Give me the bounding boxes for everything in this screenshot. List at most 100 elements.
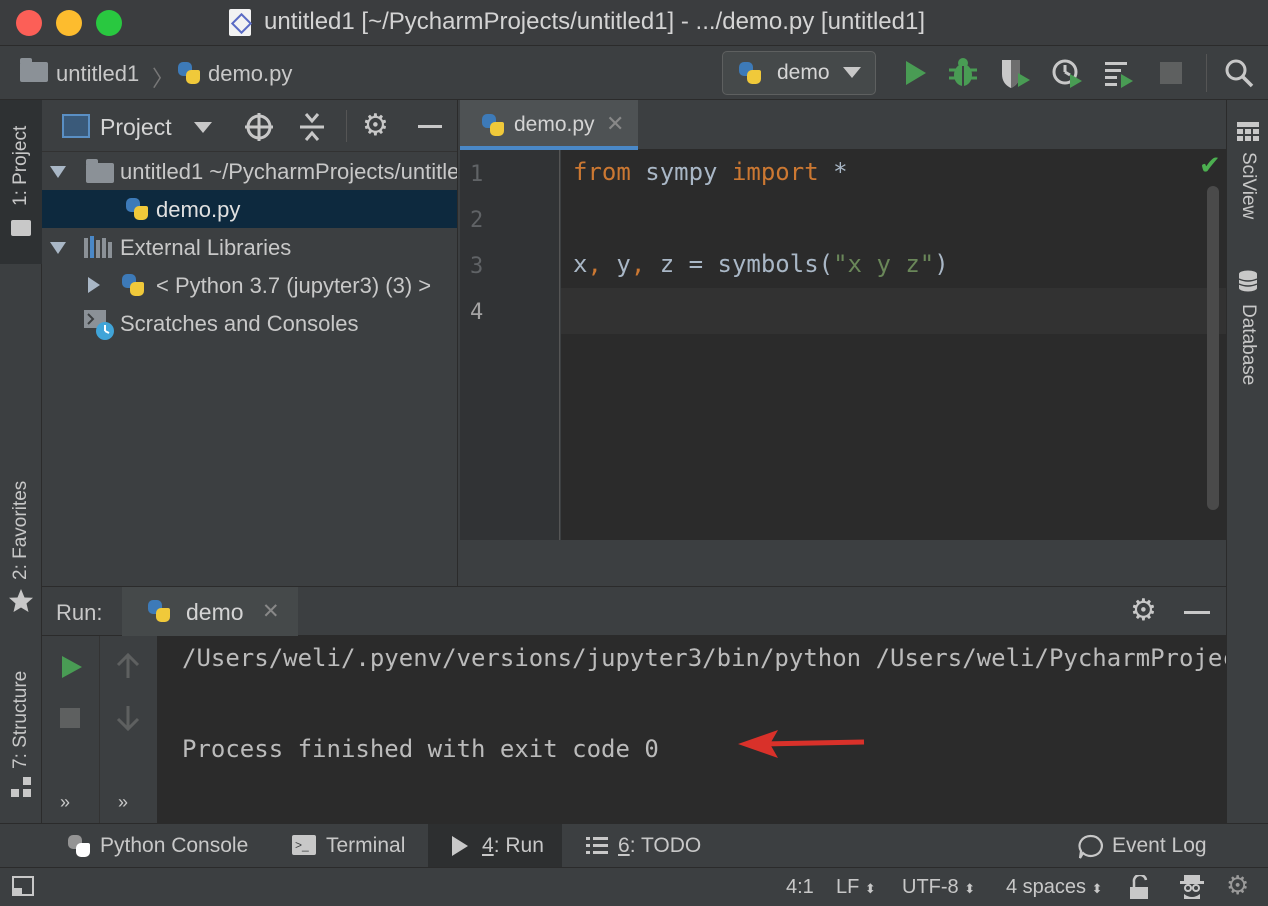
line-separator-value: LF	[836, 876, 860, 898]
code-text: z = symbols(	[645, 250, 834, 278]
profile-button[interactable]	[1050, 56, 1084, 90]
chevron-down-icon[interactable]	[194, 122, 212, 134]
code-editor[interactable]: from sympy import * x, y, z = symbols("x…	[561, 150, 1226, 540]
tree-item-label: Scratches and Consoles	[120, 311, 359, 336]
tab-demo-py[interactable]: demo.py ✕	[460, 100, 638, 150]
python-icon	[120, 272, 146, 298]
status-bar: 4:1 LF ⬍ UTF-8 ⬍ 4 spaces ⬍ ⚙	[0, 867, 1268, 906]
stop-button[interactable]	[1160, 62, 1182, 84]
tab-structure[interactable]: 7: Structure	[0, 645, 42, 805]
close-icon[interactable]: ✕	[262, 599, 280, 624]
close-window-button[interactable]	[16, 10, 42, 36]
tab-python-console[interactable]: Python Console	[56, 824, 266, 868]
tab-terminal[interactable]: >_ Terminal	[282, 824, 422, 868]
arrow-up-icon[interactable]	[116, 652, 140, 680]
inspector-icon[interactable]	[1178, 873, 1206, 901]
tab-database[interactable]: Database	[1227, 266, 1268, 396]
tree-item-external-libraries[interactable]: External Libraries	[42, 228, 457, 266]
encoding-select[interactable]: UTF-8 ⬍	[902, 876, 975, 899]
tab-sciview[interactable]: SciView	[1227, 116, 1268, 236]
collapse-all-icon[interactable]	[298, 112, 326, 142]
gear-icon[interactable]: ⚙	[1226, 870, 1249, 901]
breadcrumb-project[interactable]: untitled1	[56, 61, 139, 87]
breadcrumb-file[interactable]: demo.py	[208, 61, 292, 87]
debug-button[interactable]	[946, 56, 980, 90]
tab-run[interactable]: 4: Run	[428, 824, 562, 868]
minimize-icon[interactable]	[1184, 611, 1210, 614]
arrow-down-icon[interactable]	[116, 704, 140, 732]
tree-item-demo-py[interactable]: demo.py	[42, 190, 457, 228]
tool-window-bar: Python Console >_ Terminal 4: Run 6: TOD…	[0, 823, 1268, 868]
gear-icon[interactable]: ⚙	[1130, 593, 1157, 628]
zoom-window-button[interactable]	[96, 10, 122, 36]
tree-item-scratches[interactable]: Scratches and Consoles	[42, 304, 457, 342]
gear-icon[interactable]: ⚙	[362, 108, 389, 143]
concurrency-diagram-button[interactable]	[1102, 56, 1136, 90]
more-actions-icon[interactable]: »	[118, 792, 128, 813]
expand-arrow-icon[interactable]	[50, 242, 66, 254]
tab-project[interactable]: 1: Project	[0, 100, 42, 264]
editor-tab-label: demo.py	[514, 113, 595, 136]
inspection-ok-icon[interactable]: ✔	[1199, 150, 1221, 181]
locate-file-icon[interactable]	[244, 112, 274, 142]
editor-scrollbar[interactable]	[1207, 186, 1219, 510]
run-toolbar-secondary: »	[100, 636, 158, 823]
indent-select[interactable]: 4 spaces ⬍	[1006, 876, 1103, 899]
comma: ,	[587, 250, 602, 278]
folder-icon	[20, 58, 48, 82]
run-configuration-select[interactable]: demo	[722, 51, 876, 95]
project-view-select[interactable]: Project	[100, 114, 172, 141]
tab-label: Terminal	[326, 834, 406, 857]
tree-item-label: untitled1 ~/PycharmProjects/untitled1	[120, 159, 458, 184]
run-tab-label: demo	[186, 599, 244, 625]
expand-arrow-icon[interactable]	[88, 277, 100, 293]
stop-button[interactable]	[60, 708, 80, 728]
comma: ,	[630, 250, 646, 278]
run-console-output[interactable]: /Users/weli/.pyenv/versions/jupyter3/bin…	[158, 636, 1226, 823]
python-file-icon	[176, 60, 202, 86]
run-configuration-label: demo	[777, 61, 830, 84]
folder-icon	[11, 220, 31, 236]
tree-item-project-root[interactable]: untitled1 ~/PycharmProjects/untitled1	[42, 152, 458, 190]
tree-item-label: < Python 3.7 (jupyter3) (3) >	[156, 273, 432, 298]
sciview-icon	[1237, 122, 1259, 141]
tab-label: 4: Run	[482, 834, 544, 858]
tab-mnemonic: 6	[618, 834, 630, 857]
python-icon	[737, 60, 763, 86]
tree-item-python-sdk[interactable]: < Python 3.7 (jupyter3) (3) >	[42, 266, 457, 304]
minimize-window-button[interactable]	[56, 10, 82, 36]
tab-label-rest: : Run	[493, 834, 544, 857]
close-icon[interactable]: ✕	[606, 111, 624, 137]
rerun-button[interactable]	[58, 654, 84, 680]
toggle-tool-windows-icon[interactable]	[12, 876, 34, 896]
code-text: x	[573, 250, 588, 278]
run-with-coverage-button[interactable]	[998, 56, 1032, 90]
chevron-down-icon	[843, 67, 861, 78]
toolbar-divider	[1206, 54, 1207, 92]
tab-run-demo[interactable]: demo ✕	[122, 587, 298, 637]
tab-label-rest: : TODO	[629, 834, 702, 857]
unlock-icon[interactable]	[1128, 875, 1152, 901]
caret-position[interactable]: 4:1	[786, 876, 814, 899]
tab-structure-label: 7: Structure	[10, 670, 31, 769]
right-tool-stripe: SciView Database	[1226, 100, 1268, 823]
minimize-icon[interactable]	[418, 125, 442, 128]
line-number: 1	[470, 162, 484, 187]
library-icon	[84, 236, 112, 258]
search-icon[interactable]	[1222, 56, 1256, 90]
expand-arrow-icon[interactable]	[50, 166, 66, 178]
document-icon	[229, 9, 251, 36]
run-button[interactable]	[898, 56, 932, 90]
title-bar: untitled1 [~/PycharmProjects/untitled1] …	[0, 0, 1268, 46]
python-console-icon	[66, 833, 92, 859]
project-panel-header: Project ⚙	[42, 100, 457, 152]
line-separator-select[interactable]: LF ⬍	[836, 876, 876, 899]
tab-event-log[interactable]: Event Log	[1072, 824, 1222, 868]
tab-favorites-label: 2: Favorites	[10, 480, 31, 580]
tab-label: 6: TODO	[618, 834, 701, 858]
tab-todo[interactable]: 6: TODO	[578, 824, 718, 868]
tab-favorites[interactable]: 2: Favorites	[0, 460, 42, 620]
tab-mnemonic: 4	[482, 834, 494, 857]
run-toolbar-primary: »	[42, 636, 100, 823]
more-actions-icon[interactable]: »	[60, 792, 70, 813]
